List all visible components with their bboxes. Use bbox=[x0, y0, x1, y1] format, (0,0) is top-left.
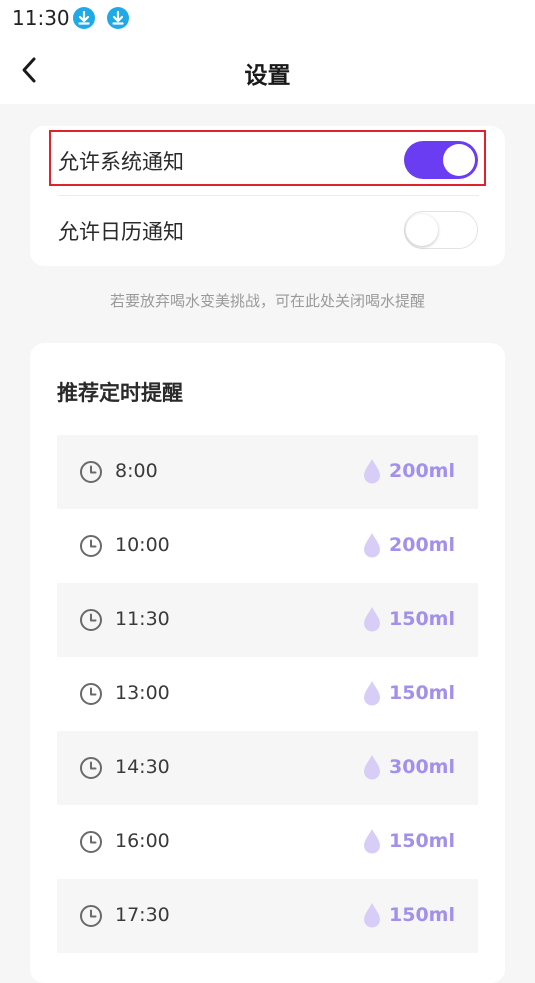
toggle-knob bbox=[406, 213, 438, 246]
water-drop-icon bbox=[364, 681, 380, 706]
reminder-amount: 150ml bbox=[389, 608, 455, 630]
reminder-time: 10:00 bbox=[115, 534, 170, 556]
reminder-row[interactable]: 14:30 300ml bbox=[57, 731, 478, 805]
reminder-list: 8:00 200ml 10:00 200ml 11:30 150ml 13:00… bbox=[57, 435, 478, 953]
system-notification-label: 允许系统通知 bbox=[58, 150, 184, 174]
download-icon bbox=[73, 7, 95, 29]
reminder-time: 11:30 bbox=[115, 608, 170, 630]
reminder-row[interactable]: 8:00 200ml bbox=[57, 435, 478, 509]
water-drop-icon bbox=[364, 459, 380, 484]
page-title: 设置 bbox=[244, 63, 291, 89]
reminder-amount: 150ml bbox=[389, 682, 455, 704]
reminder-row[interactable]: 10:00 200ml bbox=[57, 509, 478, 583]
water-drop-icon bbox=[364, 533, 380, 558]
clock-icon bbox=[80, 683, 102, 705]
clock-icon bbox=[80, 905, 102, 927]
header: 设置 bbox=[0, 36, 535, 104]
reminder-time: 14:30 bbox=[115, 756, 170, 778]
system-notification-toggle[interactable] bbox=[404, 141, 478, 179]
water-drop-icon bbox=[364, 755, 380, 780]
section-title: 推荐定时提醒 bbox=[57, 381, 183, 405]
reminder-time: 16:00 bbox=[115, 830, 170, 852]
reminder-time: 13:00 bbox=[115, 682, 170, 704]
reminder-row[interactable]: 11:30 150ml bbox=[57, 583, 478, 657]
calendar-notification-toggle[interactable] bbox=[404, 211, 478, 249]
calendar-notification-row: 允许日历通知 bbox=[30, 196, 505, 266]
calendar-notification-label: 允许日历通知 bbox=[58, 220, 184, 244]
reminder-time: 17:30 bbox=[115, 904, 170, 926]
clock-icon bbox=[80, 535, 102, 557]
reminder-amount: 200ml bbox=[389, 534, 455, 556]
water-drop-icon bbox=[364, 903, 380, 928]
status-time: 11:30 bbox=[12, 6, 70, 30]
recommended-reminders-card: 推荐定时提醒 8:00 200ml 10:00 200ml 11:30 150m… bbox=[30, 343, 505, 983]
hint-text: 若要放弃喝水变美挑战，可在此处关闭喝水提醒 bbox=[109, 292, 425, 310]
reminder-amount: 200ml bbox=[389, 460, 455, 482]
reminder-row[interactable]: 13:00 150ml bbox=[57, 657, 478, 731]
reminder-amount: 150ml bbox=[389, 904, 455, 926]
water-drop-icon bbox=[364, 607, 380, 632]
reminder-time: 8:00 bbox=[115, 460, 158, 482]
reminder-row[interactable]: 16:00 150ml bbox=[57, 805, 478, 879]
clock-icon bbox=[80, 757, 102, 779]
water-drop-icon bbox=[364, 829, 380, 854]
reminder-amount: 150ml bbox=[389, 830, 455, 852]
download-icon bbox=[107, 7, 129, 29]
clock-icon bbox=[80, 609, 102, 631]
toggle-knob bbox=[443, 144, 475, 176]
clock-icon bbox=[80, 461, 102, 483]
reminder-row[interactable]: 17:30 150ml bbox=[57, 879, 478, 953]
status-bar: 11:30 bbox=[0, 0, 535, 36]
system-notification-row: 允许系统通知 bbox=[30, 126, 505, 196]
clock-icon bbox=[80, 831, 102, 853]
reminder-amount: 300ml bbox=[389, 756, 455, 778]
notification-settings-card: 允许系统通知 允许日历通知 bbox=[30, 126, 505, 266]
